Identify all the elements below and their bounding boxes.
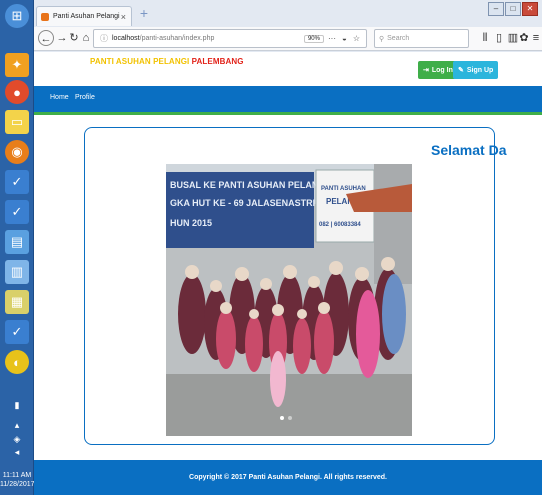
new-tab-button[interactable]: +: [136, 6, 152, 22]
app-icon-3[interactable]: ✓: [5, 200, 29, 224]
page-actions-icon[interactable]: ···: [328, 34, 336, 43]
brand-main: PANTI ASUHAN PELANGI: [90, 57, 190, 66]
chrome-icon[interactable]: ●: [5, 80, 29, 104]
carousel-dot[interactable]: [288, 416, 292, 420]
site-header: PANTI ASUHAN PELANGI PALEMBANG ⇥ Log In …: [34, 52, 542, 82]
tab-title: Panti Asuhan Pelangi: [53, 13, 120, 20]
speaker-icon[interactable]: ◂: [7, 447, 27, 458]
home-icon[interactable]: ⌂: [78, 30, 94, 46]
main-navigation: Home Profile: [34, 86, 542, 112]
sign-text-1: PANTI ASUHAN: [321, 186, 366, 192]
bookmark-star-icon[interactable]: ☆: [353, 34, 360, 43]
back-icon[interactable]: ←: [38, 30, 54, 46]
menu-icon[interactable]: ≡: [528, 30, 542, 46]
app-icon-6[interactable]: ▦: [5, 290, 29, 314]
footer-copyright: Copyright © 2017 Panti Asuhan Pelangi. A…: [189, 474, 387, 481]
sign-text-3: 082 | 60083384: [319, 222, 361, 228]
site-brand[interactable]: PANTI ASUHAN PELANGI PALEMBANG: [90, 57, 244, 66]
tray-icon-3[interactable]: ◈: [7, 434, 27, 445]
url-path: /panti-asuhan/index.php: [139, 35, 215, 42]
site-footer: Copyright © 2017 Panti Asuhan Pelangi. A…: [34, 460, 542, 495]
taskbar: ⊞ ✦ ● ▭ ◉ ✓ ✓ ▤ ▥ ▦ ✓ ◐ ▮ ▴ ◈ ◂ 11:11 AM…: [0, 0, 35, 495]
nav-home[interactable]: Home: [50, 94, 69, 101]
banner-text-1: BUSAL KE PANTI ASUHAN PELANGI: [170, 180, 328, 190]
clock-date: 11/28/2017: [0, 481, 35, 488]
info-icon: ⓘ: [100, 34, 108, 43]
taskbar-clock[interactable]: 11:11 AM 11/28/2017: [0, 471, 35, 489]
signup-label: Sign Up: [466, 66, 494, 74]
close-window-button[interactable]: ✕: [522, 2, 538, 16]
login-button[interactable]: ⇥ Log In: [418, 61, 458, 79]
tray-icon-2[interactable]: ▴: [7, 420, 27, 431]
app-icon-2[interactable]: ✓: [5, 170, 29, 194]
search-icon: ⚲: [379, 35, 385, 43]
banner-text-2: GKA HUT KE - 69 JALASENASTRI: [170, 198, 315, 208]
folder-icon[interactable]: ▭: [5, 110, 29, 134]
url-bar[interactable]: ⓘ localhost/panti-asuhan/index.php 90% ·…: [93, 29, 367, 48]
favicon-icon: [41, 12, 49, 21]
browser-chrome: Panti Asuhan Pelangi × + – □ ✕ ← → ↻ ⌂ ⓘ…: [34, 0, 542, 52]
nav-profile[interactable]: Profile: [75, 94, 95, 101]
welcome-marquee: Selamat Da: [431, 142, 507, 158]
login-label: Log In: [431, 66, 453, 74]
app-icon-4[interactable]: ▤: [5, 230, 29, 254]
web-page: PANTI ASUHAN PELANGI PALEMBANG ⇥ Log In …: [34, 52, 542, 495]
app-icon-7[interactable]: ✓: [5, 320, 29, 344]
start-button[interactable]: ⊞: [5, 4, 29, 28]
maximize-button[interactable]: □: [505, 2, 521, 16]
app-icon-1[interactable]: ✦: [5, 53, 29, 77]
signup-button[interactable]: ✎ Sign Up: [453, 61, 499, 79]
zoom-level[interactable]: 90%: [303, 34, 324, 43]
group-photo: BUSAL KE PANTI ASUHAN PELANGI GKA HUT KE…: [166, 164, 412, 436]
app-icon-8[interactable]: ◐: [5, 350, 29, 374]
brand-accent: PALEMBANG: [191, 57, 244, 66]
signup-icon: ✎: [458, 67, 464, 74]
tab-close-icon[interactable]: ×: [121, 12, 126, 22]
search-input[interactable]: ⚲ Search: [374, 29, 469, 48]
clock-time: 11:11 AM: [2, 472, 32, 479]
tray-icon-1[interactable]: ▮: [7, 400, 27, 411]
pocket-icon[interactable]: ◒: [342, 34, 347, 43]
carousel-dot-active[interactable]: [280, 416, 284, 420]
login-icon: ⇥: [423, 67, 429, 74]
carousel-image[interactable]: BUSAL KE PANTI ASUHAN PELANGI GKA HUT KE…: [166, 164, 412, 436]
desktop: ⊞ ✦ ● ▭ ◉ ✓ ✓ ▤ ▥ ▦ ✓ ◐ ▮ ▴ ◈ ◂ 11:11 AM…: [0, 0, 542, 495]
search-placeholder: Search: [387, 35, 410, 42]
firefox-icon[interactable]: ◉: [5, 140, 29, 164]
browser-tab[interactable]: Panti Asuhan Pelangi ×: [36, 6, 132, 26]
browser-toolbar: ← → ↻ ⌂ ⓘ localhost/panti-asuhan/index.p…: [34, 27, 542, 51]
url-host: localhost: [112, 35, 140, 42]
banner-text-3: HUN 2015: [170, 218, 212, 228]
app-icon-5[interactable]: ▥: [5, 260, 29, 284]
minimize-button[interactable]: –: [488, 2, 504, 16]
